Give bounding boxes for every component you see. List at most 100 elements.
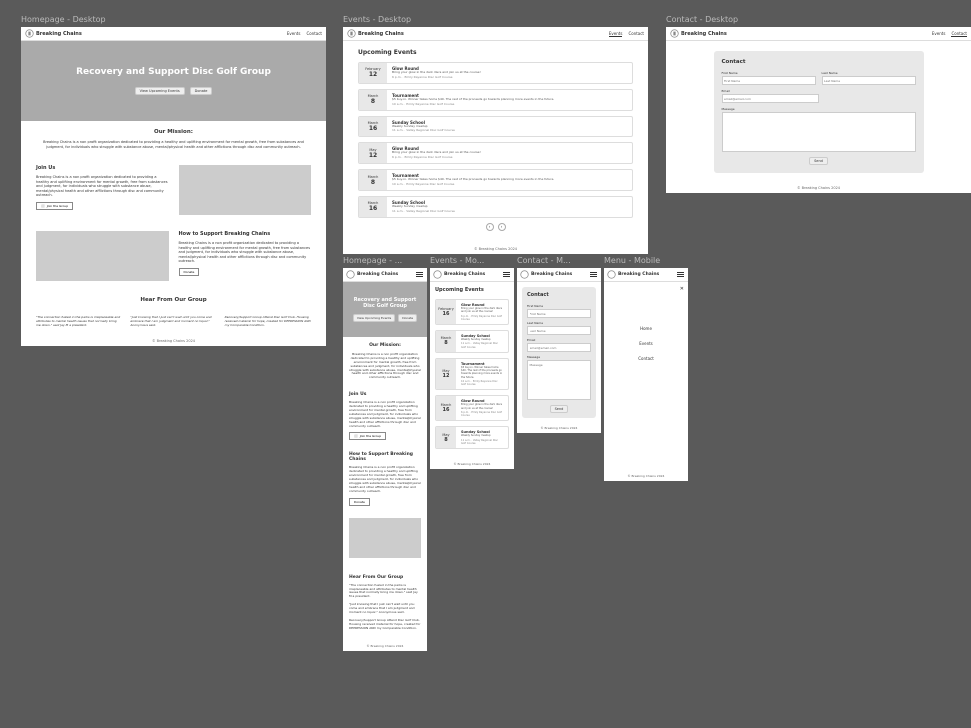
footer: © Breaking Chains 2024 xyxy=(517,423,601,433)
hero: Recovery and Support Disc Golf Group Vie… xyxy=(343,282,427,337)
event-card[interactable]: May12Tournament$5 buy-in. Winner takes h… xyxy=(435,358,509,391)
header: Breaking Chains xyxy=(604,268,688,282)
join-heading: Join Us xyxy=(36,165,169,171)
email-label: Email xyxy=(722,89,819,93)
join-text: Breaking Chains is a non profit organiza… xyxy=(349,401,421,428)
header: Breaking Chains xyxy=(343,268,427,282)
event-meta: 11 a.m. · Valley Regional Disc Golf Cour… xyxy=(392,210,627,214)
image-placeholder xyxy=(349,518,421,558)
view-events-button[interactable]: View Upcoming Events xyxy=(353,314,395,322)
brand[interactable]: Breaking Chains xyxy=(670,29,727,38)
nav-events[interactable]: Events xyxy=(932,31,946,37)
menu-item-events[interactable]: Events xyxy=(639,341,653,346)
brand[interactable]: Breaking Chains xyxy=(346,270,398,279)
header: Breaking Chains Events Contact xyxy=(666,27,971,41)
contact-form: Contact First Name Last Name Email Messa… xyxy=(522,287,596,418)
view-events-button[interactable]: View Upcoming Events xyxy=(135,87,185,95)
testimonial: "Just knowing that I just can't wait unt… xyxy=(349,603,421,615)
nav-contact[interactable]: Contact xyxy=(306,31,322,36)
testimonial: "The connection fueled in the parks is i… xyxy=(349,584,421,600)
logo-icon xyxy=(25,29,34,38)
event-date: March8 xyxy=(436,331,456,352)
menu-item-contact[interactable]: Contact xyxy=(638,356,654,361)
logo-icon xyxy=(433,270,442,279)
footer: © Breaking Chains 2024 xyxy=(666,183,971,193)
brand[interactable]: Breaking Chains xyxy=(25,29,82,38)
footer: © Breaking Chains 2024 xyxy=(343,641,427,651)
event-meta: 6 p.m. · Emily Rayanne Disc Golf Course xyxy=(392,156,627,160)
event-info: Sunday SchoolWeekly Sunday meetup11 a.m.… xyxy=(456,331,508,352)
event-card[interactable]: March16Glow RoundBring your glow in the … xyxy=(435,395,509,421)
brand-text: Breaking Chains xyxy=(444,272,485,277)
support-heading: How to Support Breaking Chains xyxy=(349,452,421,462)
facebook-icon: ⬜ xyxy=(354,434,358,438)
menu-item-home[interactable]: Home xyxy=(640,326,652,331)
event-card[interactable]: February16Glow RoundBring your glow in t… xyxy=(435,299,509,325)
email-label: Email xyxy=(527,338,591,342)
event-meta: 10 a.m. · Emily Rayanne Disc Golf Course xyxy=(461,380,503,387)
pager: ‹ › xyxy=(358,223,633,231)
first-name-input[interactable] xyxy=(722,76,816,85)
first-name-label: First Name xyxy=(722,71,816,75)
prev-page-button[interactable]: ‹ xyxy=(486,223,494,231)
event-card[interactable]: March8Sunday SchoolWeekly Sunday meetup1… xyxy=(435,330,509,353)
donate-button[interactable]: Donate xyxy=(398,314,417,322)
email-input[interactable] xyxy=(722,94,819,103)
support-section: How to Support Breaking Chains Breaking … xyxy=(21,223,326,289)
join-section: Join Us Breaking Chains is a non profit … xyxy=(21,157,326,223)
artboard-label: Homepage - Desktop xyxy=(21,15,326,24)
event-meta: 11 a.m. · Valley Regional Disc Golf Cour… xyxy=(461,342,503,349)
event-card[interactable]: February12Glow RoundBring your glow in t… xyxy=(358,62,633,84)
close-icon[interactable]: ✕ xyxy=(680,286,684,292)
event-info: Tournament$5 buy-in. Winner takes home $… xyxy=(387,90,632,110)
nav: Events Contact xyxy=(287,31,322,36)
event-card[interactable]: March8Tournament$5 buy-in. Winner takes … xyxy=(358,89,633,111)
nav-events[interactable]: Events xyxy=(287,31,301,36)
donate-button[interactable]: Donate xyxy=(179,268,200,276)
menu-button[interactable] xyxy=(503,271,511,279)
event-date: March16 xyxy=(436,396,456,420)
donate-button[interactable]: Donate xyxy=(349,498,370,506)
footer: © Breaking Chains 2024 xyxy=(604,471,688,481)
join-group-button[interactable]: ⬜Join the Group xyxy=(349,432,386,440)
next-page-button[interactable]: › xyxy=(498,223,506,231)
mission-heading: Our Mission: xyxy=(36,129,311,135)
brand[interactable]: Breaking Chains xyxy=(520,270,572,279)
event-info: Sunday SchoolWeekly Sunday meetup11 a.m.… xyxy=(387,197,632,217)
nav-contact[interactable]: Contact xyxy=(628,31,644,37)
brand-text: Breaking Chains xyxy=(531,272,572,277)
last-name-input[interactable] xyxy=(527,326,591,335)
menu-button[interactable] xyxy=(677,271,685,279)
contact-form: Contact First Name Last Name Email Messa… xyxy=(714,51,924,173)
event-card[interactable]: May8Sunday SchoolWeekly Sunday meetup11 … xyxy=(435,426,509,449)
brand[interactable]: Breaking Chains xyxy=(607,270,659,279)
send-button[interactable]: Send xyxy=(809,157,828,165)
last-name-label: Last Name xyxy=(527,321,591,325)
send-button[interactable]: Send xyxy=(550,405,569,413)
last-name-input[interactable] xyxy=(822,76,916,85)
brand[interactable]: Breaking Chains xyxy=(433,270,485,279)
event-card[interactable]: March8Tournament$5 buy-in. Winner takes … xyxy=(358,169,633,191)
event-card[interactable]: March16Sunday SchoolWeekly Sunday meetup… xyxy=(358,116,633,138)
message-textarea[interactable] xyxy=(527,360,591,400)
message-textarea[interactable] xyxy=(722,112,916,152)
hear-section: Hear From Our Group xyxy=(21,289,326,316)
event-card[interactable]: May12Glow RoundBring your glow in the da… xyxy=(358,142,633,164)
event-date: May12 xyxy=(436,359,456,390)
menu-button[interactable] xyxy=(590,271,598,279)
event-desc: Weekly Sunday meetup xyxy=(461,338,503,341)
hear-heading: Hear From Our Group xyxy=(349,575,421,580)
event-meta: 11 a.m. · Valley Regional Disc Golf Cour… xyxy=(461,439,503,446)
donate-button[interactable]: Donate xyxy=(190,87,213,95)
brand-text: Breaking Chains xyxy=(357,272,398,277)
menu-button[interactable] xyxy=(416,271,424,279)
event-card[interactable]: March16Sunday SchoolWeekly Sunday meetup… xyxy=(358,196,633,218)
footer: © Breaking Chains 2024 xyxy=(21,336,326,346)
join-group-button[interactable]: ⬜Join the Group xyxy=(36,202,73,210)
email-input[interactable] xyxy=(527,343,591,352)
nav-contact[interactable]: Contact xyxy=(951,31,967,37)
nav-events[interactable]: Events xyxy=(609,31,623,37)
first-name-input[interactable] xyxy=(527,309,591,318)
brand[interactable]: Breaking Chains xyxy=(347,29,404,38)
events-heading: Upcoming Events xyxy=(358,49,633,56)
